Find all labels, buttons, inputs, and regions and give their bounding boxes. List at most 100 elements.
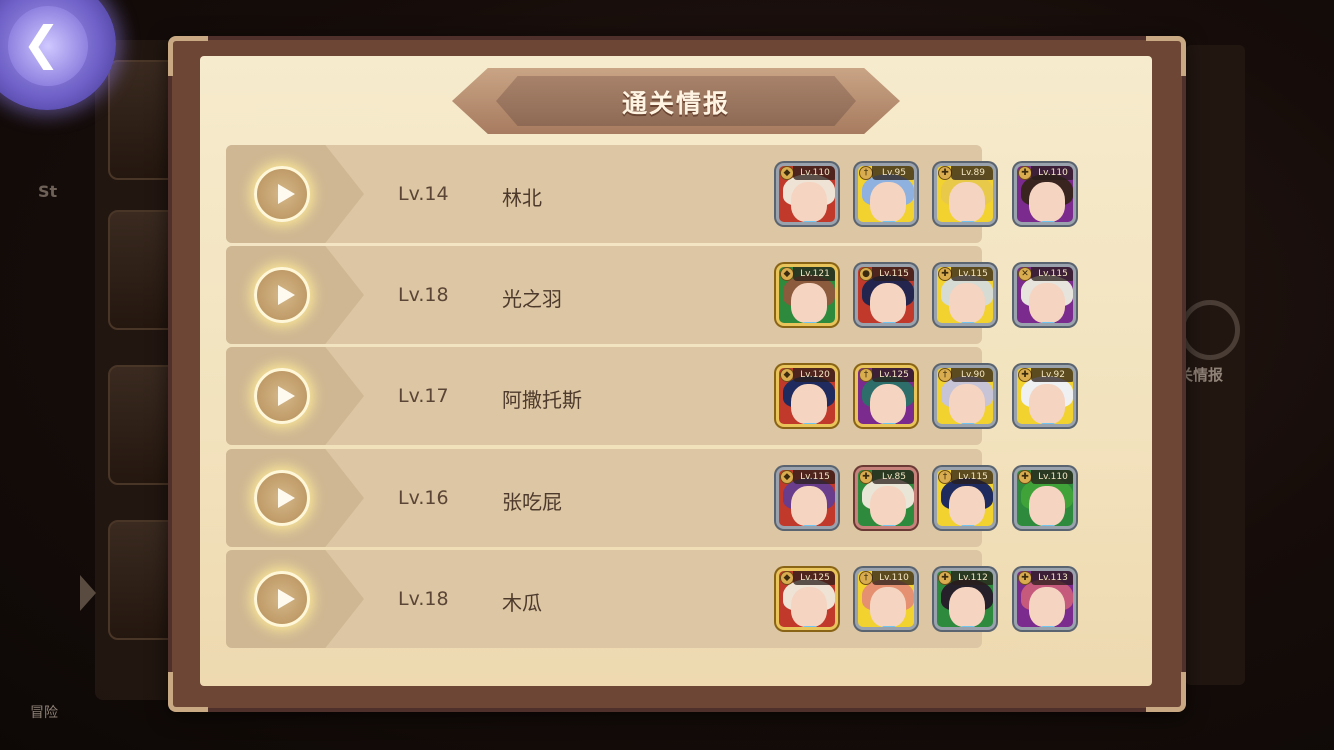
hero-face <box>791 486 827 526</box>
record-row: Lv.18 光之羽 ◆ Lv.121 ● Lv.115 ✚ Lv.115 ✕ Lv.115 <box>226 246 1076 344</box>
hero-face <box>870 283 906 323</box>
hero-portrait[interactable]: ✕ Lv.115 <box>1014 264 1076 326</box>
hero-face <box>949 384 985 424</box>
hero-portrait[interactable]: ✚ Lv.115 <box>934 264 996 326</box>
hero-portrait[interactable]: ● Lv.115 <box>855 264 917 326</box>
hero-face <box>949 283 985 323</box>
hero-face <box>791 384 827 424</box>
hero-portrait[interactable]: ✚ Lv.110 <box>1014 467 1076 529</box>
hero-portrait[interactable]: † Lv.125 <box>855 365 917 427</box>
left-arrow-icon <box>80 575 96 611</box>
rank-gem-icon <box>882 525 896 526</box>
hero-level: Lv.112 <box>951 571 993 585</box>
hero-face <box>949 486 985 526</box>
hero-class-icon: † <box>859 571 873 585</box>
hero-class-icon: ✚ <box>1018 571 1032 585</box>
player-name: 林北 <box>502 186 542 210</box>
rank-gem-icon <box>1041 423 1055 424</box>
hero-team: ◆ Lv.121 ● Lv.115 ✚ Lv.115 ✕ Lv.115 <box>776 264 1096 330</box>
hero-portrait[interactable]: † Lv.110 <box>855 568 917 630</box>
hero-level: Lv.110 <box>793 166 835 180</box>
play-icon <box>278 184 295 204</box>
rank-gem-icon <box>961 322 975 323</box>
play-icon <box>278 285 295 305</box>
player-name: 木瓜 <box>502 591 542 615</box>
hero-face <box>1029 486 1065 526</box>
hero-class-icon: ✚ <box>938 166 952 180</box>
hero-face <box>870 587 906 627</box>
record-row: Lv.18 木瓜 ◆ Lv.125 † Lv.110 ✚ Lv.112 ✚ Lv.113 <box>226 550 1076 648</box>
hero-face <box>870 486 906 526</box>
player-level: Lv.18 <box>398 588 449 610</box>
rank-gem-icon <box>961 525 975 526</box>
hero-portrait[interactable]: ✚ Lv.85 <box>855 467 917 529</box>
hero-portrait[interactable]: † Lv.90 <box>934 365 996 427</box>
hero-face <box>1029 587 1065 627</box>
rank-gem-icon <box>803 322 817 323</box>
hero-level: Lv.89 <box>951 166 993 180</box>
hero-face <box>1029 283 1065 323</box>
hero-portrait[interactable]: ✚ Lv.89 <box>934 163 996 225</box>
player-name: 张吃屁 <box>502 490 562 514</box>
hero-level: Lv.115 <box>951 470 993 484</box>
hero-portrait[interactable]: ◆ Lv.115 <box>776 467 838 529</box>
chart-icon <box>1180 300 1240 360</box>
player-level: Lv.14 <box>398 183 449 205</box>
frame-corner <box>1146 672 1186 712</box>
hero-face <box>870 182 906 222</box>
rank-gem-icon <box>803 423 817 424</box>
hero-portrait[interactable]: ◆ Lv.125 <box>776 568 838 630</box>
hero-portrait[interactable]: ◆ Lv.120 <box>776 365 838 427</box>
hero-team: ◆ Lv.115 ✚ Lv.85 † Lv.115 ✚ Lv.110 <box>776 467 1096 533</box>
hero-class-icon: † <box>938 470 952 484</box>
hero-face <box>949 182 985 222</box>
hero-class-icon: † <box>938 368 952 382</box>
dialog-title: 通关情报 <box>621 89 730 118</box>
replay-button[interactable] <box>254 166 310 222</box>
play-icon <box>278 386 295 406</box>
hero-portrait[interactable]: ✚ Lv.92 <box>1014 365 1076 427</box>
hero-level: Lv.110 <box>1031 166 1073 180</box>
hero-level: Lv.110 <box>872 571 914 585</box>
hero-team: ◆ Lv.125 † Lv.110 ✚ Lv.112 ✚ Lv.113 <box>776 568 1096 634</box>
hero-portrait[interactable]: ◆ Lv.121 <box>776 264 838 326</box>
hero-face <box>791 182 827 222</box>
replay-button[interactable] <box>254 470 310 526</box>
hero-team: ◆ Lv.120 † Lv.125 † Lv.90 ✚ Lv.92 <box>776 365 1096 431</box>
record-row: Lv.14 林北 ◆ Lv.110 † Lv.95 ✚ Lv.89 ✚ Lv.110 <box>226 145 1076 243</box>
rank-gem-icon <box>882 322 896 323</box>
hero-level: Lv.115 <box>872 267 914 281</box>
hero-level: Lv.113 <box>1031 571 1073 585</box>
hero-level: Lv.125 <box>872 368 914 382</box>
rank-gem-icon <box>961 423 975 424</box>
play-icon <box>278 589 295 609</box>
hero-portrait[interactable]: ✚ Lv.112 <box>934 568 996 630</box>
player-level: Lv.17 <box>398 385 449 407</box>
title-banner: 通关情报 <box>452 68 900 134</box>
hero-portrait[interactable]: † Lv.115 <box>934 467 996 529</box>
player-level: Lv.18 <box>398 284 449 306</box>
hero-class-icon: ● <box>859 267 873 281</box>
rank-gem-icon <box>1041 322 1055 323</box>
hero-face <box>1029 182 1065 222</box>
hero-portrait[interactable]: † Lv.95 <box>855 163 917 225</box>
hero-class-icon: ✚ <box>859 470 873 484</box>
hero-portrait[interactable]: ✚ Lv.113 <box>1014 568 1076 630</box>
hero-class-icon: ✚ <box>938 571 952 585</box>
hero-class-icon: ◆ <box>780 166 794 180</box>
back-arrow-icon: ❮ <box>22 16 61 70</box>
hero-class-icon: † <box>859 166 873 180</box>
hero-portrait[interactable]: ✚ Lv.110 <box>1014 163 1076 225</box>
rank-gem-icon <box>961 221 975 222</box>
rank-gem-icon <box>882 423 896 424</box>
back-button-core: ❮ <box>8 6 88 86</box>
hero-level: Lv.125 <box>793 571 835 585</box>
hero-portrait[interactable]: ◆ Lv.110 <box>776 163 838 225</box>
replay-button[interactable] <box>254 267 310 323</box>
hero-face <box>791 587 827 627</box>
rank-gem-icon <box>803 626 817 627</box>
hero-team: ◆ Lv.110 † Lv.95 ✚ Lv.89 ✚ Lv.110 <box>776 163 1096 229</box>
replay-button[interactable] <box>254 571 310 627</box>
background-bottom-text: 冒险 <box>30 705 58 721</box>
replay-button[interactable] <box>254 368 310 424</box>
